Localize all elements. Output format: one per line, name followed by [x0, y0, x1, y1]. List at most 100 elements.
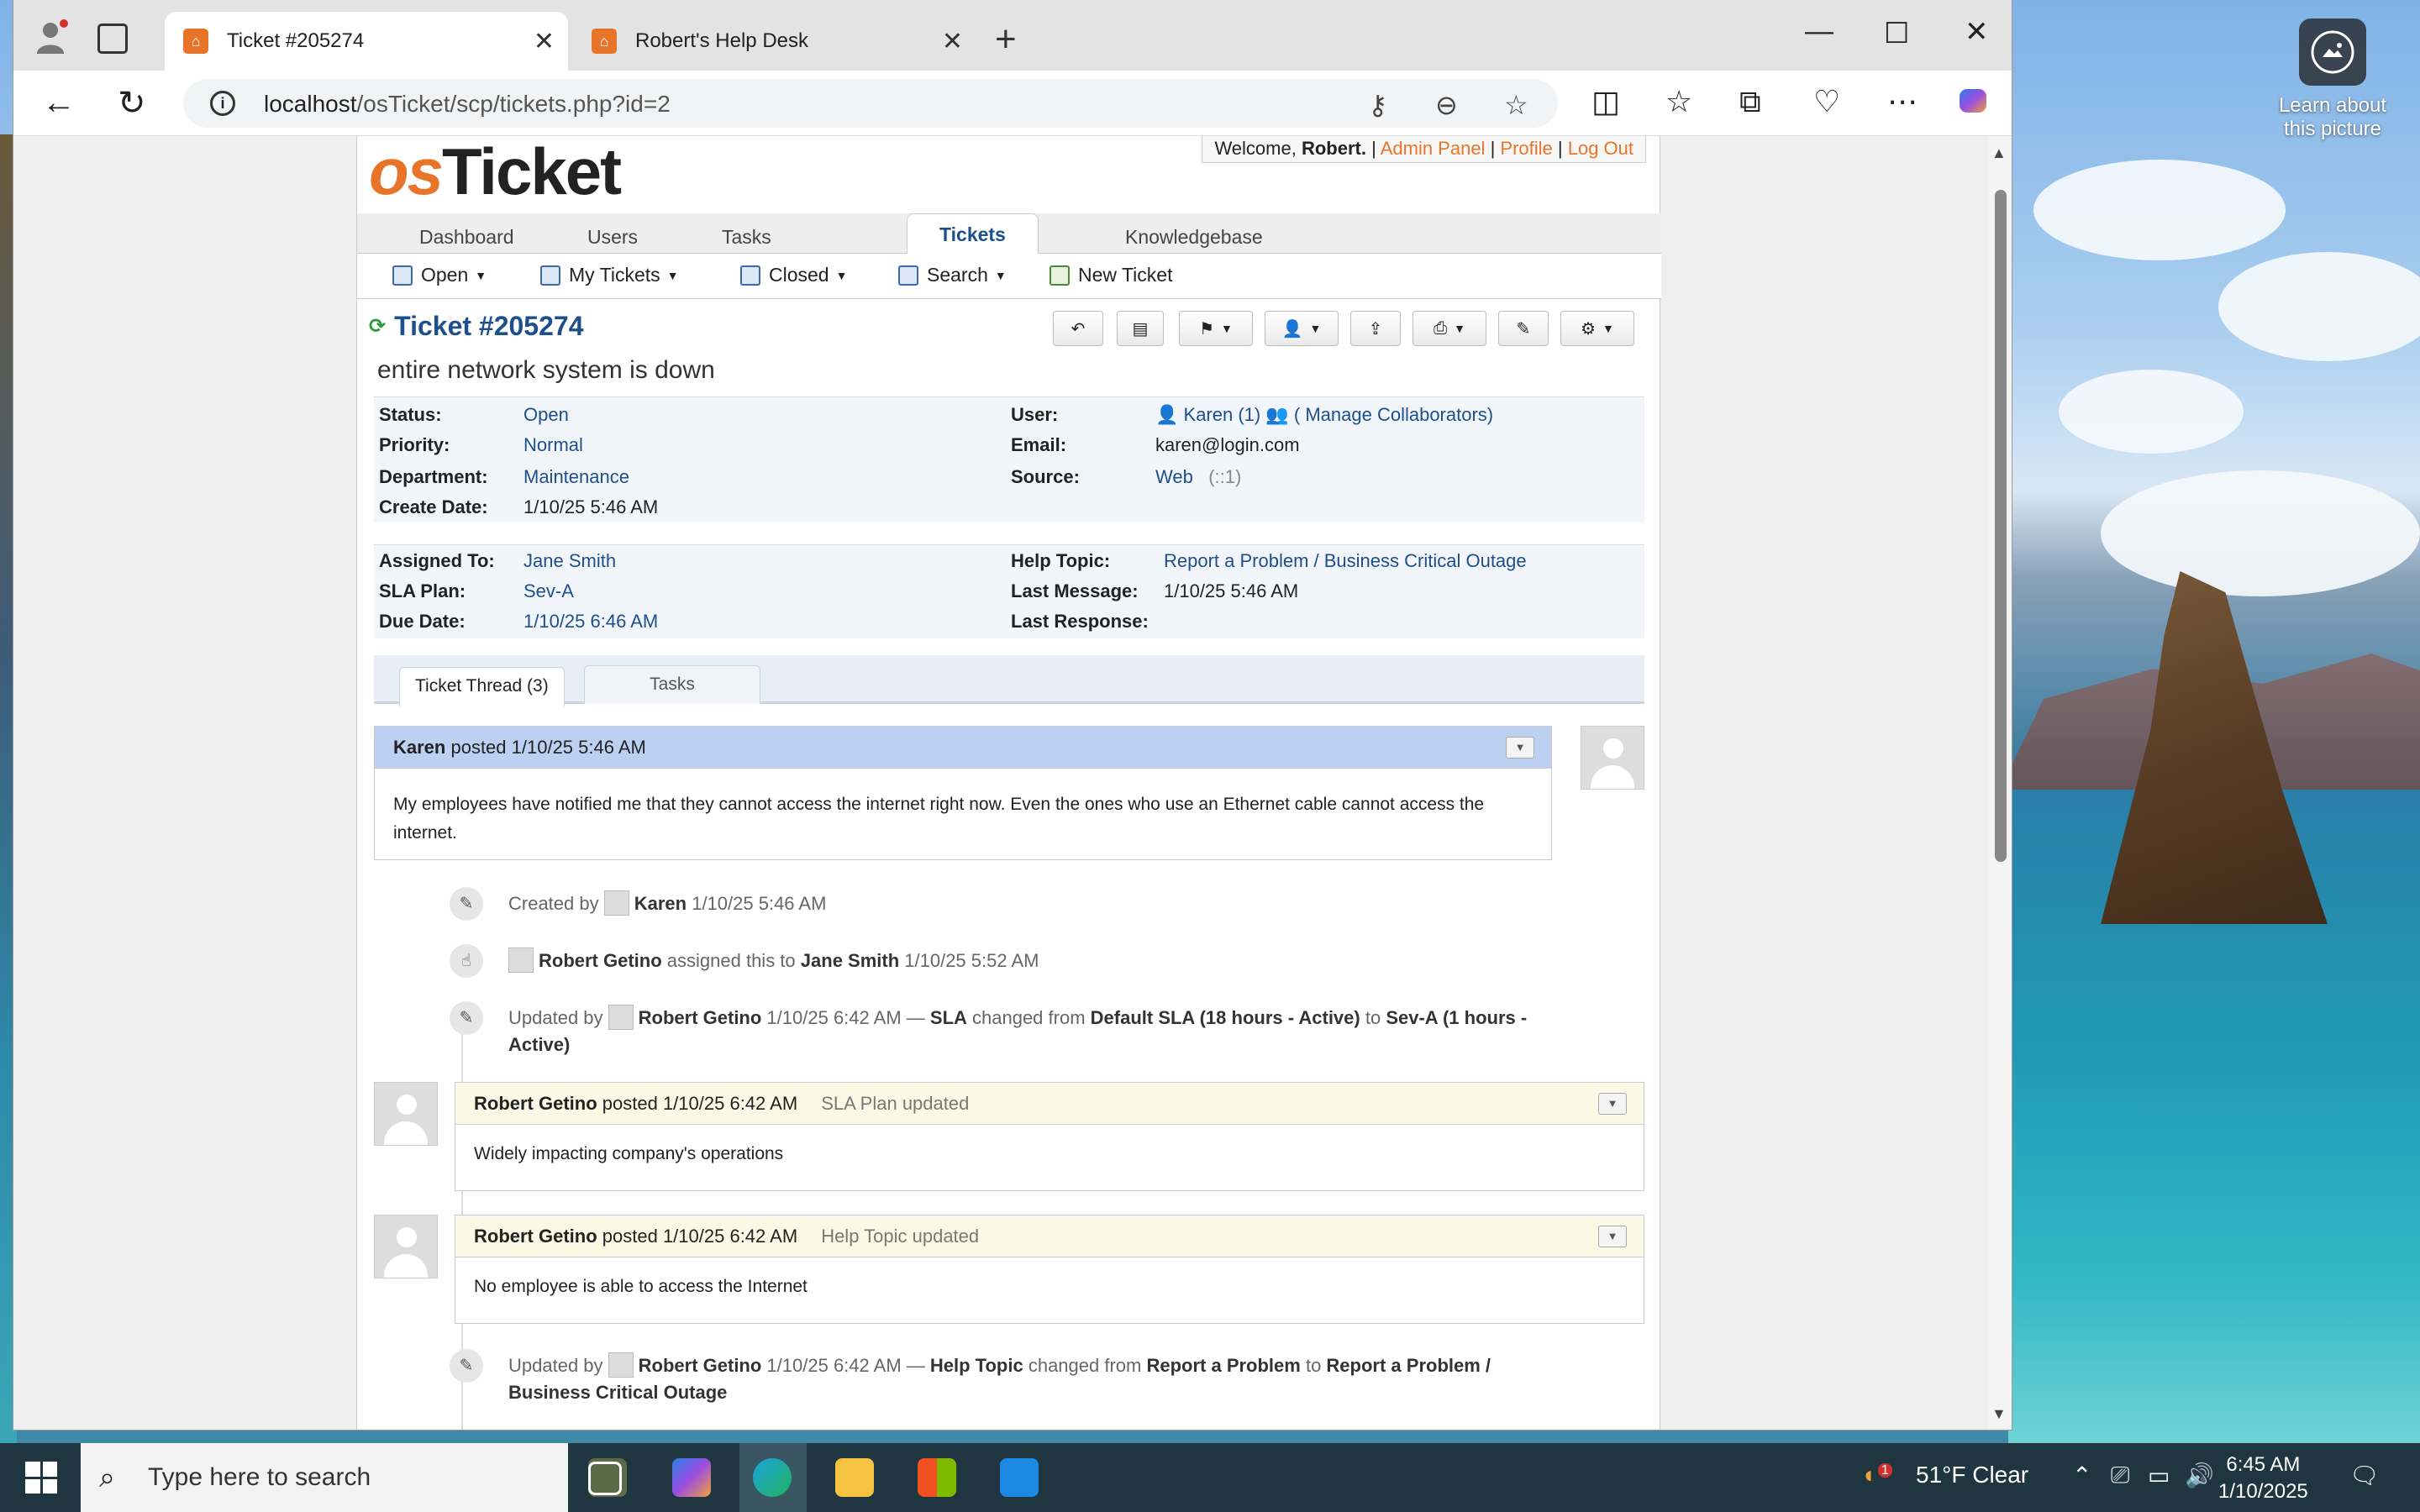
- osticket-logo[interactable]: osTicket: [369, 136, 622, 207]
- transfer-button[interactable]: ⇪: [1350, 311, 1401, 346]
- cloud: [2033, 160, 2286, 260]
- more-options-button[interactable]: ⚙ ▼: [1560, 311, 1634, 346]
- key-icon[interactable]: ⚷: [1368, 89, 1387, 121]
- subnav-new-ticket[interactable]: New Ticket: [1050, 264, 1172, 286]
- event-text: Updated by Robert Getino 1/10/25 6:42 AM…: [508, 1005, 1567, 1058]
- zoom-out-icon[interactable]: ⊖: [1435, 89, 1458, 121]
- file-explorer-icon[interactable]: [835, 1458, 874, 1497]
- taskbar-search[interactable]: ⌕ Type here to search: [81, 1443, 568, 1512]
- close-tab-icon[interactable]: ✕: [534, 27, 555, 56]
- copilot-icon[interactable]: [1956, 84, 1990, 125]
- meet-now-icon[interactable]: ⎚: [2111, 1462, 2129, 1489]
- scroll-down-icon[interactable]: ▼: [1991, 1405, 2007, 1423]
- profile-button[interactable]: [32, 17, 72, 57]
- label: User:: [1011, 404, 1059, 425]
- ticket-header: ⟳ Ticket #205274: [369, 311, 583, 342]
- help-topic-value[interactable]: Report a Problem / Business Critical Out…: [1164, 550, 1527, 572]
- network-icon[interactable]: ▭: [2148, 1462, 2170, 1489]
- url-text[interactable]: localhost/osTicket/scp/tickets.php?id=2: [264, 91, 671, 118]
- weather-icon[interactable]: ◐ 1: [1864, 1462, 1892, 1488]
- mail-icon[interactable]: [1000, 1458, 1039, 1497]
- weather-text[interactable]: 51°F Clear: [1916, 1462, 2028, 1488]
- subnav-my-tickets[interactable]: My Tickets ▼: [540, 264, 678, 286]
- back-icon[interactable]: ←: [42, 84, 76, 122]
- event-field: Help Topic: [929, 1355, 1023, 1376]
- subnav-search[interactable]: Search ▼: [898, 264, 1007, 286]
- refresh-icon[interactable]: ⟳: [369, 314, 386, 339]
- scroll-up-icon[interactable]: ▲: [1991, 144, 2007, 162]
- maximize-button[interactable]: ☐: [1884, 17, 1909, 50]
- user-link[interactable]: Karen (1): [1184, 404, 1261, 425]
- notifications-icon[interactable]: 🗨: [2349, 1462, 2380, 1489]
- learn-about-picture[interactable]: Learn about this picture: [2274, 18, 2391, 141]
- task-view-icon[interactable]: [588, 1462, 622, 1495]
- url-field[interactable]: i localhost/osTicket/scp/tickets.php?id=…: [183, 79, 1558, 128]
- source-value[interactable]: Web (::1): [1155, 466, 1241, 488]
- nav-tickets[interactable]: Tickets: [907, 213, 1039, 255]
- show-hidden-icons[interactable]: ⌃: [2072, 1462, 2091, 1489]
- last-message-value: 1/10/25 5:46 AM: [1164, 580, 1299, 601]
- nav-knowledgebase[interactable]: Knowledgebase: [1093, 220, 1295, 254]
- collections-icon[interactable]: ⧉: [1739, 84, 1761, 120]
- sla-value[interactable]: Sev-A: [523, 580, 574, 602]
- new-tab-button[interactable]: +: [995, 18, 1017, 60]
- logout-link[interactable]: Log Out: [1568, 138, 1634, 159]
- source-link[interactable]: Web: [1155, 466, 1193, 487]
- profile-link[interactable]: Profile: [1500, 138, 1552, 159]
- subnav-open[interactable]: Open ▼: [392, 264, 487, 286]
- post-note-button[interactable]: ▤: [1117, 311, 1164, 346]
- minimize-button[interactable]: —: [1805, 15, 1833, 48]
- tab-ticket-thread[interactable]: Ticket Thread (3): [399, 667, 565, 706]
- admin-panel-link[interactable]: Admin Panel: [1381, 138, 1486, 159]
- site-info-icon[interactable]: i: [210, 91, 235, 116]
- favorite-star-icon[interactable]: ☆: [1504, 89, 1528, 121]
- page-scrollbar[interactable]: ▲ ▼: [1988, 136, 2012, 1430]
- ticket-number[interactable]: Ticket #205274: [394, 311, 583, 342]
- tab-help-desk[interactable]: ⌂ Robert's Help Desk ✕: [573, 12, 976, 71]
- close-window-button[interactable]: ✕: [1965, 15, 1989, 49]
- label: Help Topic:: [1011, 550, 1111, 571]
- browser-essentials-icon[interactable]: ♡: [1813, 84, 1840, 119]
- close-tab-icon[interactable]: ✕: [942, 27, 963, 56]
- subnav-my-tickets-label: My Tickets: [569, 264, 660, 286]
- user-value[interactable]: 👤 Karen (1) 👥 ( Manage Collaborators): [1155, 404, 1493, 426]
- edit-button[interactable]: ✎: [1498, 311, 1549, 346]
- flag-icon: ⚑: [1199, 319, 1215, 339]
- department-value[interactable]: Maintenance: [523, 466, 629, 488]
- split-screen-icon[interactable]: ◫: [1591, 84, 1620, 119]
- tab-tasks[interactable]: Tasks: [584, 665, 760, 704]
- status-value[interactable]: Open: [523, 404, 569, 426]
- entry-options-dropdown[interactable]: ▼: [1598, 1226, 1627, 1247]
- welcome-text: Welcome,: [1214, 138, 1302, 159]
- flag-menu-button[interactable]: ⚑ ▼: [1179, 311, 1253, 346]
- scroll-thumb[interactable]: [1995, 190, 2007, 862]
- subnav-closed[interactable]: Closed ▼: [740, 264, 847, 286]
- favorites-icon[interactable]: ☆: [1665, 84, 1692, 119]
- nav-tasks[interactable]: Tasks: [690, 220, 803, 254]
- manage-collaborators-link[interactable]: ( Manage Collaborators): [1294, 404, 1493, 425]
- tab-title: Robert's Help Desk: [635, 29, 808, 52]
- reload-icon[interactable]: ↻: [118, 84, 146, 123]
- avatar: [603, 890, 629, 916]
- store-icon[interactable]: [918, 1458, 956, 1497]
- clock[interactable]: 6:45 AM 1/10/2025: [2218, 1452, 2308, 1505]
- nav-users[interactable]: Users: [555, 220, 670, 254]
- assigned-value[interactable]: Jane Smith: [523, 550, 616, 572]
- volume-icon[interactable]: 🔊: [2185, 1462, 2214, 1489]
- priority-value[interactable]: Normal: [523, 434, 583, 456]
- reply-button[interactable]: ↶: [1053, 311, 1103, 346]
- entry-options-dropdown[interactable]: ▼: [1506, 737, 1534, 759]
- tab-ticket[interactable]: ⌂ Ticket #205274 ✕: [165, 12, 568, 71]
- assign-menu-button[interactable]: 👤 ▼: [1265, 311, 1339, 346]
- event-action: assigned this to: [661, 950, 801, 971]
- start-button[interactable]: [25, 1462, 57, 1494]
- caret-down-icon: ▼: [994, 268, 1007, 282]
- tab-actions-button[interactable]: [97, 24, 128, 54]
- entry-options-dropdown[interactable]: ▼: [1598, 1093, 1627, 1115]
- print-menu-button[interactable]: ⎙ ▼: [1413, 311, 1486, 346]
- more-menu-icon[interactable]: ⋯: [1887, 84, 1918, 119]
- copilot-icon[interactable]: [672, 1458, 711, 1497]
- edge-icon[interactable]: [753, 1458, 792, 1497]
- due-date-value[interactable]: 1/10/25 6:46 AM: [523, 611, 658, 633]
- nav-dashboard[interactable]: Dashboard: [387, 220, 546, 254]
